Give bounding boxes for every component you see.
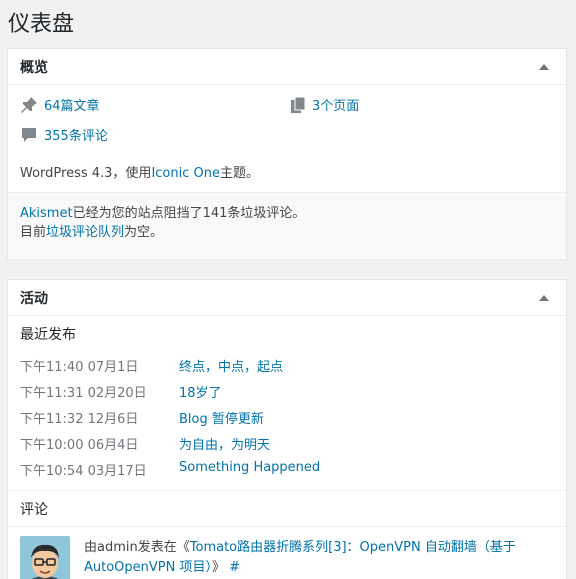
- comment-author: admin: [97, 540, 138, 555]
- activity-header[interactable]: 活动: [8, 280, 566, 316]
- post-title-link[interactable]: 终点，中点，起点: [179, 356, 283, 375]
- at-a-glance-title: 概览: [20, 59, 48, 76]
- akismet-line: Akismet已经为您的站点阻挡了141条垃圾评论。: [20, 204, 554, 223]
- post-date: 下午10:00 06月4日: [20, 438, 139, 453]
- recently-published-title: 最近发布: [20, 327, 76, 343]
- akismet-text: 已经为您的站点阻挡了141条垃圾评论。: [72, 206, 306, 221]
- list-item: 下午10:54 03月17日 Something Happened: [20, 460, 560, 480]
- post-date: 下午11:32 12月6日: [20, 412, 139, 427]
- list-item: 下午11:32 12月6日 Blog 暂停更新: [20, 408, 560, 428]
- caret-up-icon[interactable]: [534, 288, 554, 308]
- post-date: 下午11:40 07月1日: [20, 360, 139, 375]
- comments-count-label: 355条评论: [44, 129, 108, 144]
- list-item: 下午11:31 02月20日 18岁了: [20, 382, 560, 402]
- queue-prefix: 目前: [20, 225, 47, 240]
- spam-queue-link[interactable]: 垃圾评论队列: [46, 225, 124, 240]
- post-title-link[interactable]: 18岁了: [179, 382, 222, 401]
- comment-suffix: 》: [212, 560, 226, 575]
- comments-count-link[interactable]: 355条评论: [20, 125, 108, 144]
- akismet-notice: Akismet已经为您的站点阻挡了141条垃圾评论。 目前垃圾评论队列为空。: [8, 192, 566, 259]
- akismet-link[interactable]: Akismet: [20, 206, 73, 221]
- posts-count-label: 64篇文章: [44, 99, 100, 114]
- comment-meta: 由admin发表在《Tomato路由器折腾系列[3]：OpenVPN 自动翻墙（…: [84, 538, 564, 578]
- queue-suffix: 为空。: [124, 225, 164, 240]
- wordpress-version-text: WordPress 4.3，使用Iconic One主题。: [20, 162, 259, 181]
- caret-up-icon[interactable]: [534, 57, 554, 77]
- at-a-glance-header[interactable]: 概览: [8, 49, 566, 85]
- version-suffix: 主题。: [219, 166, 259, 181]
- post-title-link[interactable]: Blog 暂停更新: [179, 408, 264, 427]
- list-item: 下午10:00 06月4日 为自由，为明天: [20, 434, 560, 454]
- at-a-glance-widget: 概览 64篇文章 3个页面 355条评论 WordPress 4.3，使用Ico…: [7, 48, 567, 259]
- activity-title: 活动: [20, 290, 48, 307]
- section-divider: [8, 490, 566, 491]
- post-title-link[interactable]: 为自由，为明天: [179, 434, 270, 453]
- section-divider: [8, 526, 566, 527]
- posts-count-link[interactable]: 64篇文章: [20, 95, 100, 114]
- post-date: 下午11:31 02月20日: [20, 386, 147, 401]
- post-date: 下午10:54 03月17日: [20, 464, 147, 479]
- comments-title: 评论: [20, 502, 48, 518]
- pages-icon: [290, 96, 306, 114]
- pages-count-label: 3个页面: [312, 99, 360, 114]
- avatar: [20, 536, 70, 579]
- theme-link[interactable]: Iconic One: [151, 166, 220, 181]
- comment-author-prefix: 由: [84, 540, 98, 555]
- activity-widget: 活动 最近发布 下午11:40 07月1日 终点，中点，起点 下午11:31 0…: [7, 279, 567, 579]
- version-prefix: WordPress 4.3，使用: [20, 166, 152, 181]
- glance-stats: 64篇文章 3个页面 355条评论: [8, 85, 566, 149]
- post-title-link[interactable]: Something Happened: [179, 460, 320, 475]
- comment-bubble-icon: [20, 126, 38, 144]
- comment-permalink[interactable]: #: [229, 560, 240, 575]
- pages-count-link[interactable]: 3个页面: [290, 95, 359, 114]
- list-item: 下午11:40 07月1日 终点，中点，起点: [20, 356, 560, 376]
- pin-icon: [20, 96, 38, 114]
- comment-mid: 发表在《: [137, 540, 190, 555]
- spam-queue-line: 目前垃圾评论队列为空。: [20, 223, 554, 242]
- page-title: 仪表盘: [8, 12, 75, 37]
